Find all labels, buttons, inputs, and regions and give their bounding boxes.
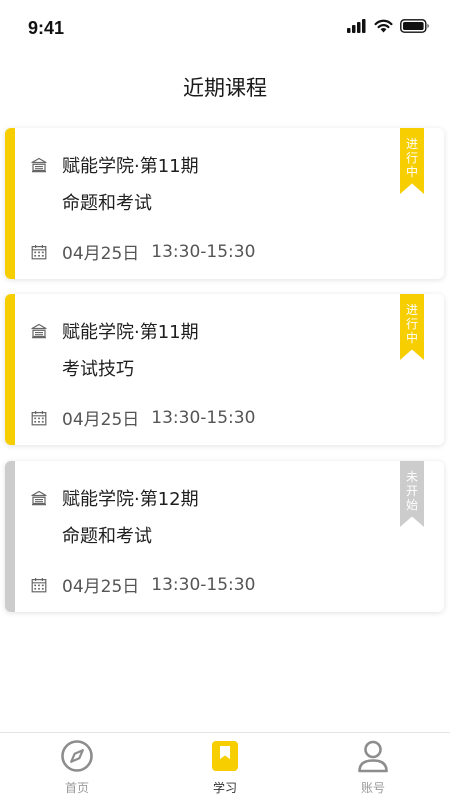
course-date: 04月25日 [62,410,140,430]
status-icons [347,19,430,33]
tab-study-label: 学习 [212,781,237,795]
course-institute-text: 赋能学院·第11期 [62,156,199,177]
tab-account[interactable]: 账号 [333,739,413,796]
course-institute-text: 赋能学院·第12期 [62,489,199,510]
course-date: 04月25日 [62,577,140,597]
course-card[interactable]: 赋能学院·第11期 命题和考试 04月25日 13:30-15:30 进 行 中 [5,128,444,279]
tab-home-label: 首页 [64,781,89,795]
status-char: 开 [405,484,418,498]
calendar-icon [31,577,47,592]
status-char: 行 [405,151,418,165]
status-char: 行 [405,317,418,331]
card-accent-bar [5,294,15,445]
course-topic: 命题和考试 [62,526,152,547]
user-icon [358,740,388,773]
course-date: 04月25日 [62,244,140,264]
course-hours: 13:30-15:30 [151,241,256,262]
page-title: 近期课程 [183,76,267,100]
course-topic: 考试技巧 [62,359,134,380]
compass-icon [61,740,93,772]
course-institute: 赋能学院·第11期 [31,318,199,344]
status-char: 进 [405,303,418,317]
school-icon [31,157,47,173]
calendar-icon [31,244,47,259]
battery-icon [400,19,429,33]
status-char: 始 [405,498,418,512]
tab-study[interactable]: 学习 [185,739,265,796]
course-hours: 13:30-15:30 [151,407,256,428]
signal-icon [347,19,366,33]
calendar-icon [31,410,47,425]
course-institute: 赋能学院·第11期 [31,152,199,178]
course-institute-text: 赋能学院·第11期 [62,322,199,343]
tab-bar: 首页 学习 账号 [0,732,450,800]
book-icon [212,741,238,771]
status-bar: 9:41 [0,0,450,56]
card-accent-bar [5,128,15,279]
course-topic: 命题和考试 [62,193,152,214]
status-ribbon: 进 行 中 [400,128,424,194]
course-card[interactable]: 赋能学院·第11期 考试技巧 04月25日 13:30-15:30 进 行 中 [5,294,444,445]
status-ribbon: 进 行 中 [400,294,424,360]
course-time: 04月25日 13:30-15:30 [31,239,255,264]
course-institute: 赋能学院·第12期 [31,485,199,511]
course-hours: 13:30-15:30 [151,574,256,595]
course-card[interactable]: 赋能学院·第12期 命题和考试 04月25日 13:30-15:30 未 开 始 [5,461,444,612]
status-ribbon: 未 开 始 [400,461,424,527]
status-char: 中 [405,331,418,345]
status-time: 9:41 [28,18,65,38]
status-char: 进 [405,137,418,151]
school-icon [31,323,47,339]
course-time: 04月25日 13:30-15:30 [31,405,255,430]
card-accent-bar [5,461,15,612]
school-icon [31,490,47,506]
tab-home[interactable]: 首页 [37,739,117,796]
course-time: 04月25日 13:30-15:30 [31,572,255,597]
wifi-icon [374,19,393,33]
status-char: 中 [405,165,418,179]
status-char: 未 [405,470,418,484]
tab-account-label: 账号 [360,781,385,795]
